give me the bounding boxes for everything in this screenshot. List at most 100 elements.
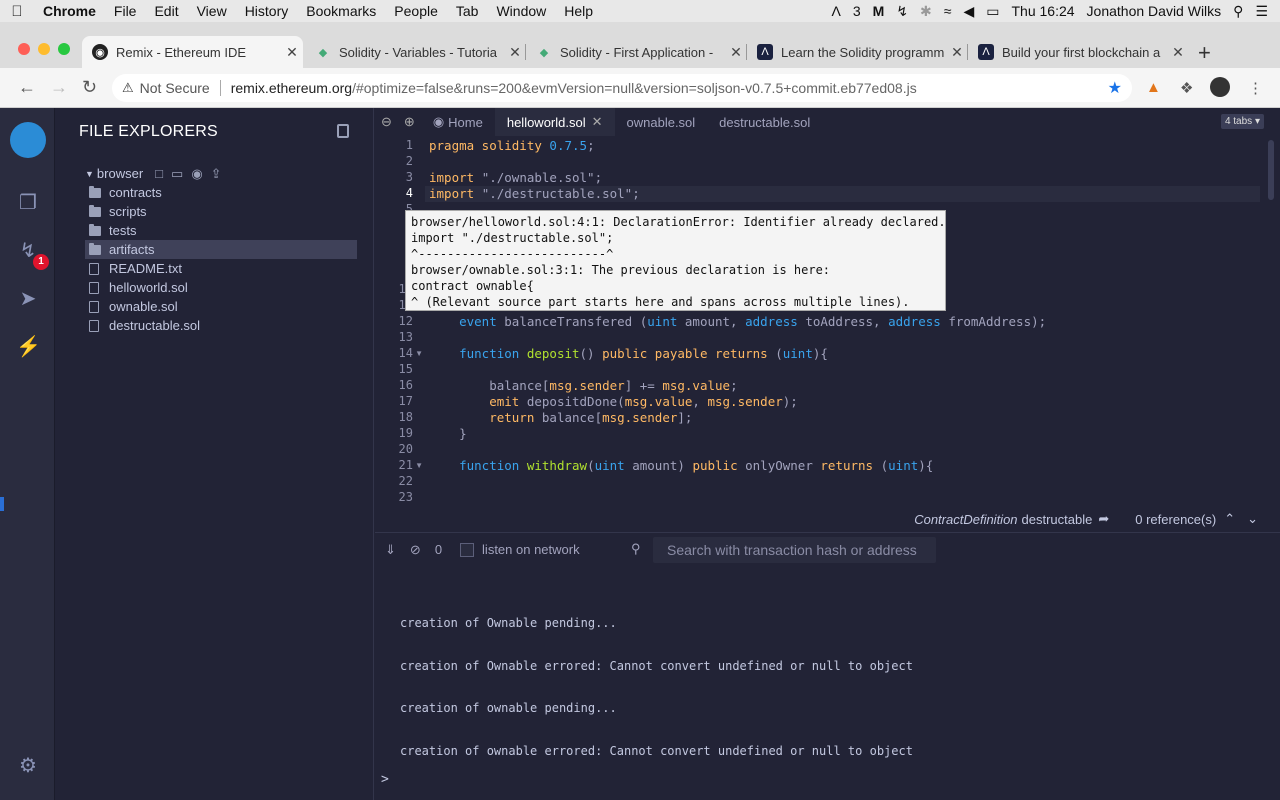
tree-item-destructable[interactable]: destructable.sol: [85, 316, 357, 335]
editor-tab-destructable[interactable]: destructable.sol: [707, 108, 822, 136]
browser-tab-learn-solidity[interactable]: Λ Learn the Solidity programm ✕: [747, 36, 968, 68]
back-arrow-icon[interactable]: ←: [18, 77, 36, 98]
window-close-button[interactable]: [18, 43, 30, 55]
chrome-menu-icon[interactable]: ⋮: [1248, 79, 1263, 97]
tree-item-scripts[interactable]: scripts: [85, 202, 357, 221]
extensions-puzzle-icon[interactable]: ❖: [1180, 79, 1193, 97]
terminal-prompt[interactable]: >: [381, 772, 389, 787]
window-zoom-button[interactable]: [58, 43, 70, 55]
menu-edit[interactable]: Edit: [145, 3, 187, 19]
workspace-root[interactable]: ▼ browser □ ▭ ◉ ⇪: [85, 164, 357, 183]
line-number[interactable]: 20: [373, 442, 413, 456]
security-status[interactable]: Not Secure: [140, 80, 210, 96]
vpn-icon[interactable]: ↯: [896, 3, 908, 20]
plugin-manager-icon[interactable]: ⚡: [16, 334, 41, 358]
zoom-in-icon[interactable]: ⊕: [404, 114, 415, 130]
tree-item-artifacts[interactable]: artifacts: [85, 240, 357, 259]
file-explorer-icon[interactable]: ❐: [16, 190, 40, 214]
remix-logo-icon[interactable]: [10, 122, 46, 158]
zoom-out-icon[interactable]: ⊖: [381, 114, 392, 130]
menu-people[interactable]: People: [385, 3, 447, 19]
listen-network-checkbox[interactable]: [460, 542, 475, 557]
browser-tab-build-blockchain[interactable]: Λ Build your first blockchain a ✕: [968, 36, 1189, 68]
line-number[interactable]: 22: [373, 474, 413, 488]
go-to-definition-icon[interactable]: ➦: [1098, 511, 1109, 527]
editor-tab-ownable[interactable]: ownable.sol: [615, 108, 708, 136]
clock[interactable]: Thu 16:24: [1011, 3, 1074, 19]
tree-item-contracts[interactable]: contracts: [85, 183, 357, 202]
apple-icon[interactable]: : [0, 3, 34, 20]
malwarebytes-icon[interactable]: M: [873, 3, 885, 19]
line-number[interactable]: 15: [373, 362, 413, 376]
line-number[interactable]: 14: [373, 346, 413, 360]
forward-arrow-icon[interactable]: →: [50, 77, 68, 98]
menu-file[interactable]: File: [105, 3, 146, 19]
fold-caret-icon[interactable]: ▼: [415, 349, 423, 358]
deploy-run-icon[interactable]: ➤: [16, 286, 40, 310]
spotlight-icon[interactable]: ⚲: [1233, 3, 1243, 20]
address-bar[interactable]: ⚠ Not Secure remix.ethereum.org/#optimiz…: [112, 74, 1132, 102]
new-tab-button[interactable]: +: [1198, 40, 1211, 66]
notification-center-icon[interactable]: ☰: [1255, 3, 1268, 20]
reload-icon[interactable]: ↻: [82, 77, 97, 98]
line-number[interactable]: 2: [373, 154, 413, 168]
url-text[interactable]: remix.ethereum.org/#optimize=false&runs=…: [231, 80, 917, 96]
user-name[interactable]: Jonathon David Wilks: [1087, 3, 1222, 19]
tree-item-helloworld[interactable]: helloworld.sol: [85, 278, 357, 297]
close-tab-icon[interactable]: ✕: [592, 114, 603, 130]
menu-history[interactable]: History: [236, 3, 298, 19]
new-folder-icon[interactable]: ▭: [171, 166, 183, 182]
clear-console-icon[interactable]: ⊘: [410, 542, 421, 558]
github-icon[interactable]: ◉: [191, 166, 202, 182]
tab-close-icon[interactable]: ✕: [504, 44, 526, 61]
transaction-search-input[interactable]: Search with transaction hash or address: [653, 537, 936, 563]
tabs-count-dropdown[interactable]: 4 tabs ▾: [1220, 114, 1264, 129]
tree-item-readme[interactable]: README.txt: [85, 259, 357, 278]
window-minimize-button[interactable]: [38, 43, 50, 55]
tab-close-icon[interactable]: ✕: [946, 44, 968, 61]
tab-close-icon[interactable]: ✕: [281, 44, 303, 61]
warning-icon[interactable]: ⚠: [122, 80, 134, 96]
line-number[interactable]: 4: [373, 186, 413, 200]
line-number[interactable]: 1: [373, 138, 413, 152]
tab-close-icon[interactable]: ✕: [725, 44, 747, 61]
line-number[interactable]: 12: [373, 314, 413, 328]
line-number[interactable]: 3: [373, 170, 413, 184]
adobe-icon[interactable]: Λ: [831, 3, 840, 19]
line-number[interactable]: 19: [373, 426, 413, 440]
profile-avatar[interactable]: [1210, 77, 1230, 97]
browser-tab-solidity-variables[interactable]: ◆ Solidity - Variables - Tutoria ✕: [305, 36, 526, 68]
line-number[interactable]: 17: [373, 394, 413, 408]
browser-tab-solidity-first-app[interactable]: ◆ Solidity - First Application - ✕: [526, 36, 747, 68]
tree-item-tests[interactable]: tests: [85, 221, 357, 240]
collapse-terminal-icon[interactable]: ⇓: [385, 542, 396, 558]
battery-icon[interactable]: ▭: [986, 3, 999, 20]
menu-window[interactable]: Window: [487, 3, 555, 19]
caret-down-icon[interactable]: ▼: [85, 169, 94, 179]
editor-tab-home[interactable]: ◉ Home: [421, 108, 495, 136]
line-number[interactable]: 21: [373, 458, 413, 472]
new-file-icon[interactable]: □: [155, 166, 163, 182]
line-number[interactable]: 18: [373, 410, 413, 424]
next-reference-icon[interactable]: ⌄: [1247, 511, 1258, 527]
settings-gear-icon[interactable]: ⚙: [16, 753, 40, 777]
editor-scrollbar[interactable]: [1268, 140, 1274, 200]
upload-icon[interactable]: ⇪: [211, 166, 222, 182]
browser-tab-remix[interactable]: ◉ Remix - Ethereum IDE ✕: [82, 36, 303, 68]
menu-bookmarks[interactable]: Bookmarks: [297, 3, 385, 19]
fold-caret-icon[interactable]: ▼: [415, 461, 423, 470]
menu-view[interactable]: View: [188, 3, 236, 19]
previous-reference-icon[interactable]: ⌃: [1224, 511, 1235, 527]
tab-close-icon[interactable]: ✕: [1167, 44, 1189, 61]
volume-icon[interactable]: ◀: [963, 3, 974, 20]
panel-menu-icon[interactable]: [337, 124, 349, 138]
line-number[interactable]: 16: [373, 378, 413, 392]
bookmark-star-icon[interactable]: ★: [1108, 78, 1122, 98]
menu-app-name[interactable]: Chrome: [34, 3, 105, 19]
bluetooth-icon[interactable]: ✱: [920, 3, 932, 20]
editor-tab-helloworld[interactable]: helloworld.sol ✕: [494, 108, 615, 136]
tree-item-ownable[interactable]: ownable.sol: [85, 297, 357, 316]
metamask-icon[interactable]: ▲: [1146, 79, 1161, 96]
menu-help[interactable]: Help: [555, 3, 602, 19]
wifi-icon[interactable]: ≈: [944, 3, 952, 19]
